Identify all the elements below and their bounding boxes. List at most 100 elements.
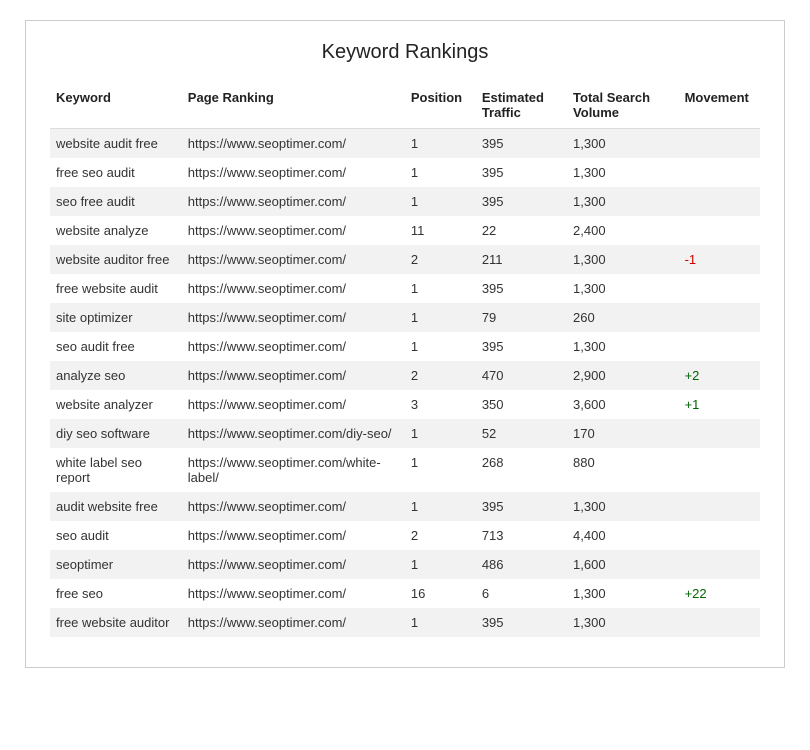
cell-keyword: site optimizer [50,303,182,332]
col-header-volume: Total Search Volume [567,82,679,129]
cell-position: 1 [405,129,476,159]
table-row: free seohttps://www.seoptimer.com/1661,3… [50,579,760,608]
cell-movement [679,158,760,187]
cell-volume: 3,600 [567,390,679,419]
cell-movement [679,303,760,332]
cell-volume: 1,300 [567,608,679,637]
cell-traffic: 395 [476,492,567,521]
cell-keyword: analyze seo [50,361,182,390]
table-row: free seo audithttps://www.seoptimer.com/… [50,158,760,187]
cell-page: https://www.seoptimer.com/ [182,332,405,361]
cell-keyword: seoptimer [50,550,182,579]
table-header-row: Keyword Page Ranking Position Estimated … [50,82,760,129]
cell-movement [679,608,760,637]
cell-position: 1 [405,608,476,637]
table-row: white label seo reporthttps://www.seopti… [50,448,760,492]
cell-keyword: website audit free [50,129,182,159]
cell-traffic: 470 [476,361,567,390]
cell-movement [679,274,760,303]
cell-page: https://www.seoptimer.com/ [182,390,405,419]
cell-movement [679,332,760,361]
cell-volume: 2,400 [567,216,679,245]
cell-movement: +1 [679,390,760,419]
cell-position: 1 [405,419,476,448]
table-row: site optimizerhttps://www.seoptimer.com/… [50,303,760,332]
cell-traffic: 486 [476,550,567,579]
cell-volume: 1,300 [567,274,679,303]
table-row: free website audithttps://www.seoptimer.… [50,274,760,303]
cell-page: https://www.seoptimer.com/diy-seo/ [182,419,405,448]
cell-page: https://www.seoptimer.com/ [182,521,405,550]
col-header-page: Page Ranking [182,82,405,129]
cell-volume: 1,300 [567,158,679,187]
cell-movement [679,129,760,159]
cell-keyword: website analyzer [50,390,182,419]
cell-page: https://www.seoptimer.com/ [182,158,405,187]
cell-page: https://www.seoptimer.com/ [182,187,405,216]
cell-position: 1 [405,303,476,332]
cell-movement: +2 [679,361,760,390]
cell-traffic: 350 [476,390,567,419]
cell-traffic: 79 [476,303,567,332]
cell-position: 2 [405,521,476,550]
cell-position: 2 [405,361,476,390]
cell-traffic: 395 [476,608,567,637]
cell-position: 1 [405,448,476,492]
cell-traffic: 395 [476,274,567,303]
cell-volume: 1,300 [567,187,679,216]
cell-movement [679,448,760,492]
cell-movement [679,550,760,579]
cell-volume: 260 [567,303,679,332]
cell-page: https://www.seoptimer.com/white-label/ [182,448,405,492]
table-row: website analyzehttps://www.seoptimer.com… [50,216,760,245]
main-container: Keyword Rankings Keyword Page Ranking Po… [25,20,785,668]
table-row: website analyzerhttps://www.seoptimer.co… [50,390,760,419]
cell-traffic: 6 [476,579,567,608]
cell-volume: 2,900 [567,361,679,390]
cell-volume: 4,400 [567,521,679,550]
cell-volume: 1,300 [567,332,679,361]
cell-page: https://www.seoptimer.com/ [182,274,405,303]
table-row: website auditor freehttps://www.seoptime… [50,245,760,274]
cell-keyword: website analyze [50,216,182,245]
table-row: free website auditorhttps://www.seoptime… [50,608,760,637]
cell-position: 16 [405,579,476,608]
cell-keyword: free seo [50,579,182,608]
cell-position: 3 [405,390,476,419]
table-row: analyze seohttps://www.seoptimer.com/247… [50,361,760,390]
table-row: diy seo softwarehttps://www.seoptimer.co… [50,419,760,448]
cell-position: 1 [405,492,476,521]
cell-traffic: 713 [476,521,567,550]
cell-keyword: free website audit [50,274,182,303]
page-title: Keyword Rankings [50,41,760,64]
table-row: website audit freehttps://www.seoptimer.… [50,129,760,159]
cell-page: https://www.seoptimer.com/ [182,492,405,521]
cell-keyword: diy seo software [50,419,182,448]
cell-movement: -1 [679,245,760,274]
cell-movement [679,521,760,550]
cell-keyword: white label seo report [50,448,182,492]
table-row: seo free audithttps://www.seoptimer.com/… [50,187,760,216]
cell-traffic: 52 [476,419,567,448]
col-header-movement: Movement [679,82,760,129]
cell-movement [679,492,760,521]
cell-traffic: 268 [476,448,567,492]
cell-page: https://www.seoptimer.com/ [182,608,405,637]
cell-volume: 1,300 [567,579,679,608]
cell-page: https://www.seoptimer.com/ [182,129,405,159]
col-header-traffic: Estimated Traffic [476,82,567,129]
table-row: seoptimerhttps://www.seoptimer.com/14861… [50,550,760,579]
cell-position: 1 [405,274,476,303]
cell-volume: 1,600 [567,550,679,579]
cell-page: https://www.seoptimer.com/ [182,550,405,579]
table-row: seo audithttps://www.seoptimer.com/27134… [50,521,760,550]
cell-keyword: free seo audit [50,158,182,187]
cell-page: https://www.seoptimer.com/ [182,303,405,332]
cell-position: 1 [405,332,476,361]
keyword-rankings-table: Keyword Page Ranking Position Estimated … [50,82,760,637]
cell-position: 11 [405,216,476,245]
cell-volume: 1,300 [567,492,679,521]
cell-traffic: 395 [476,158,567,187]
cell-page: https://www.seoptimer.com/ [182,216,405,245]
cell-keyword: seo audit [50,521,182,550]
